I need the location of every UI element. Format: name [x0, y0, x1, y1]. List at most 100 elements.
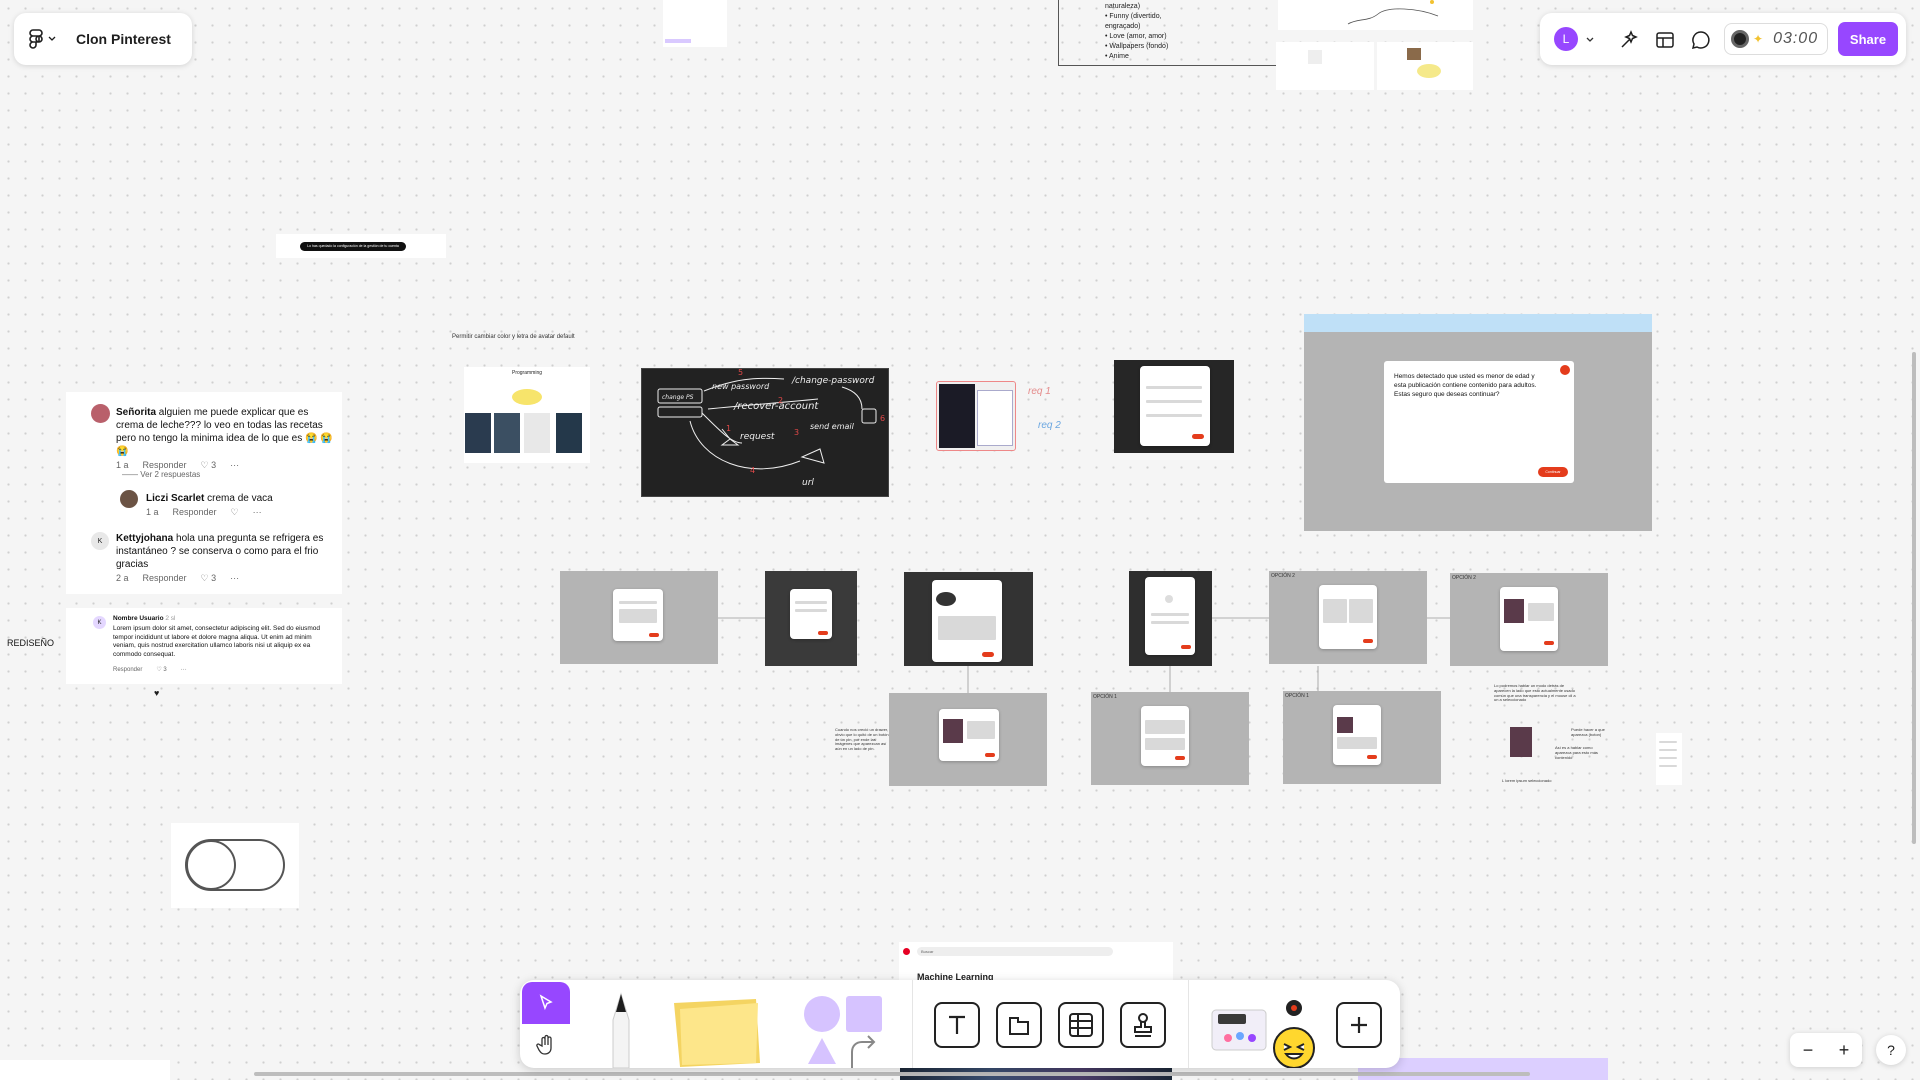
more-options-icon[interactable]: ··· [230, 460, 239, 472]
redesign-comment-card[interactable]: K Nombre Usuario 2 sl Lorem ipsum dolor … [66, 608, 342, 684]
list-item: • Funny (divertido, [1105, 13, 1162, 20]
screen-frame-dark[interactable] [904, 572, 1033, 666]
share-label: Share [1849, 31, 1887, 47]
hw-step-6: 6 [880, 414, 885, 423]
age-warning-frame[interactable]: Hemos detectado que usted es menor de ed… [1304, 314, 1652, 531]
change-password-frame[interactable] [1114, 360, 1234, 453]
req-2-label: req 2 [1038, 420, 1061, 431]
section-tool-button[interactable] [996, 1002, 1042, 1048]
user-avatar[interactable]: L [1554, 27, 1578, 51]
sticky-note-tool-button[interactable] [666, 994, 766, 1067]
zoom-in-button[interactable]: + [1839, 1040, 1850, 1061]
top-thumb-2[interactable] [1377, 42, 1473, 90]
mini-modal [1145, 577, 1195, 655]
move-tool-button[interactable] [522, 982, 570, 1024]
note-right-thumb [1510, 727, 1532, 757]
note-right-small-3[interactable]: L lorem ipsum seleccionado [1502, 778, 1562, 784]
table-tool-button[interactable] [1058, 1002, 1104, 1048]
password-flow-blackboard[interactable]: /change-password new password /recover-a… [641, 368, 889, 497]
layout-icon[interactable] [1654, 29, 1676, 51]
reply-link[interactable]: Responder [143, 573, 187, 585]
option-frame[interactable]: OPCIÓN 2 [1269, 571, 1427, 664]
more-options-icon[interactable]: ··· [181, 667, 187, 675]
like-button[interactable]: ♡ [231, 507, 239, 519]
more-tools-button[interactable] [1336, 1002, 1382, 1048]
option-label: OPCIÓN 1 [1093, 694, 1117, 700]
list-item-text: Anime [1109, 53, 1129, 60]
file-title[interactable]: Clon Pinterest [76, 31, 171, 47]
comment-author: Señorita [116, 407, 157, 418]
mini-modal [1333, 705, 1381, 765]
req-1-label: req 1 [1028, 386, 1051, 397]
note-right-small-1[interactable]: Puede hacer a que aparezca (boton) [1571, 727, 1617, 738]
pen-tool-button[interactable] [598, 990, 644, 1068]
req-screens-frame[interactable] [936, 381, 1016, 451]
widgets-tool-button[interactable] [1206, 990, 1326, 1068]
top-category-list[interactable]: naturaleza) • Funny (divertido, engraçad… [1058, 0, 1278, 66]
top-frame-small[interactable] [663, 0, 727, 47]
toggle-knob [186, 840, 236, 890]
comment: Kettyjohana hola una pregunta se refrige… [116, 532, 326, 585]
share-button[interactable]: Share [1838, 22, 1898, 56]
reply-link[interactable]: Responder [173, 507, 217, 519]
hand-icon [536, 1034, 552, 1055]
list-item: naturaleza) [1105, 3, 1141, 10]
help-button[interactable]: ? [1876, 1035, 1906, 1065]
vertical-scrollbar[interactable] [1912, 352, 1916, 844]
ai-sparkle-icon[interactable] [1618, 29, 1640, 51]
comment-icon[interactable] [1690, 29, 1712, 51]
bottom-preview-frame[interactable]: Buscar Machine Learning [899, 942, 1173, 982]
comment: Nombre Usuario 2 sl Lorem ipsum dolor si… [113, 615, 323, 675]
more-options-icon[interactable]: ··· [253, 507, 262, 519]
hw-change-ps: change PS [662, 394, 694, 401]
horizontal-scrollbar[interactable] [254, 1072, 1530, 1076]
avatar: K [91, 532, 109, 550]
list-item: • Wallpapers (fondo) [1105, 43, 1169, 50]
avatar-note[interactable]: Permitir cambiar color y letra de avatar… [452, 334, 612, 341]
like-button[interactable]: ♡ 3 [156, 667, 166, 675]
dark-toast-frame[interactable]: Lo has quedado la configuración de la ge… [276, 234, 446, 258]
screen-frame-dark[interactable] [765, 571, 857, 666]
note-right[interactable]: Lo podremos hablar un modo detrás de apa… [1494, 683, 1576, 703]
programming-board-frame[interactable]: Programming [464, 367, 590, 463]
more-options-icon[interactable]: ··· [230, 573, 239, 585]
close-icon[interactable] [1560, 365, 1570, 375]
hw-step-5: 5 [738, 369, 743, 377]
note-left[interactable]: Cuando nos creció un drawer, obvio que l… [835, 727, 889, 752]
comment: Señorita alguien me puede explicar que e… [116, 406, 336, 472]
chevron-down-icon[interactable] [1586, 37, 1594, 43]
comments-card[interactable]: Señorita alguien me puede explicar que e… [66, 392, 342, 594]
like-count: 3 [163, 667, 167, 674]
table-icon [1069, 1013, 1093, 1037]
redesign-label[interactable]: REDISEÑO [7, 638, 54, 648]
top-thumb-1[interactable] [1276, 42, 1374, 90]
comment-text: crema de vaca [207, 493, 273, 504]
zoom-out-button[interactable]: − [1803, 1040, 1814, 1061]
top-flow-frame[interactable] [1278, 0, 1473, 30]
option-frame[interactable]: OPCIÓN 1 [1091, 692, 1249, 785]
text-tool-button[interactable] [934, 1002, 980, 1048]
screen-frame[interactable] [560, 571, 718, 664]
tiny-list-frame[interactable] [1656, 733, 1682, 785]
timer-widget[interactable]: ✦ 03:00 [1724, 23, 1828, 55]
option-frame[interactable]: OPCIÓN 1 [1283, 691, 1441, 784]
screen-frame-dark[interactable] [1129, 571, 1212, 666]
hand-tool-button[interactable] [522, 1024, 570, 1066]
timer-spark-icon: ✦ [1753, 32, 1764, 46]
note-right-small-2[interactable]: Así es a hablar como aparezca para esto … [1555, 745, 1605, 760]
reply-link[interactable]: Responder [113, 667, 142, 675]
toggle-frame[interactable] [171, 823, 299, 908]
continue-button[interactable]: Continuar [1538, 467, 1568, 477]
search-input[interactable]: Buscar [917, 947, 1113, 956]
like-button[interactable]: ♡ 3 [201, 460, 217, 472]
option-frame[interactable]: OPCIÓN 2 [1450, 573, 1608, 666]
board-label: Programming [512, 370, 543, 376]
list-item: • Love (amor, amor) [1105, 33, 1167, 40]
view-replies-link[interactable]: —— Ver 2 respuestas [122, 470, 200, 480]
figma-logo-icon[interactable] [28, 29, 56, 49]
shapes-tool-button[interactable] [796, 990, 890, 1068]
timer-value: 03:00 [1773, 30, 1819, 47]
screen-frame[interactable] [889, 693, 1047, 786]
like-button[interactable]: ♡ 3 [201, 573, 217, 585]
stamp-tool-button[interactable] [1120, 1002, 1166, 1048]
